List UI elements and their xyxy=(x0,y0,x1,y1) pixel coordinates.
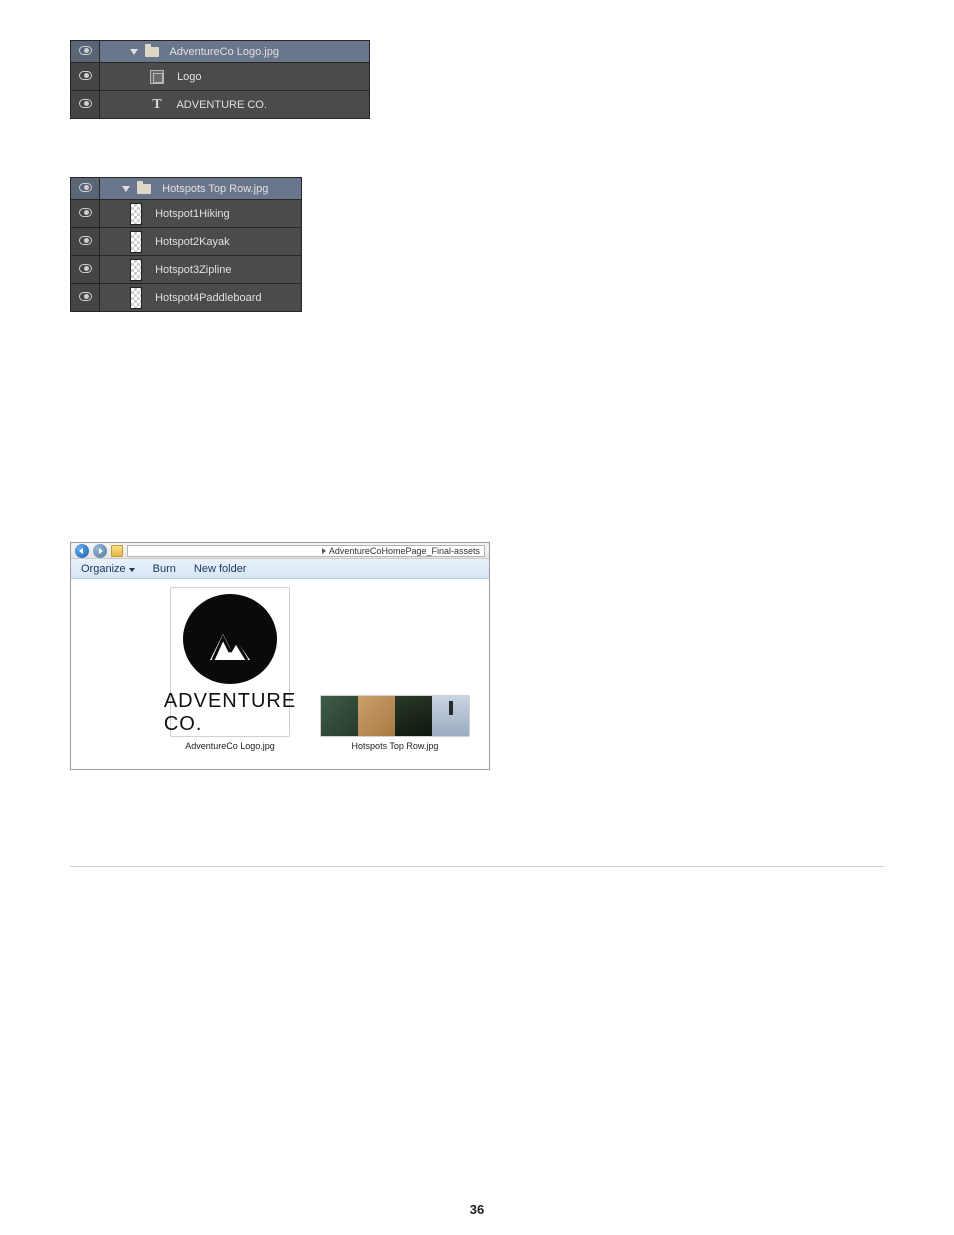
layer-name: Logo xyxy=(177,70,201,82)
visibility-icon[interactable] xyxy=(79,264,92,273)
file-caption: Hotspots Top Row.jpg xyxy=(352,741,439,751)
transparent-thumb-icon xyxy=(130,287,142,309)
layer-group-header[interactable]: AdventureCo Logo.jpg xyxy=(71,41,370,63)
layer-group-header[interactable]: Hotspots Top Row.jpg xyxy=(71,178,302,200)
organize-menu[interactable]: Organize xyxy=(81,563,135,575)
layer-group-name: Hotspots Top Row.jpg xyxy=(162,183,268,195)
file-caption: AdventureCo Logo.jpg xyxy=(185,741,275,751)
folder-icon xyxy=(145,47,159,57)
layer-name: Hotspot1Hiking xyxy=(155,207,230,219)
folder-icon xyxy=(137,184,151,194)
file-item-logo[interactable]: ADVENTURE CO. AdventureCo Logo.jpg xyxy=(170,587,290,751)
file-thumbnail xyxy=(320,695,470,737)
layer-name: Hotspot4Paddleboard xyxy=(155,291,261,303)
visibility-icon[interactable] xyxy=(79,99,92,108)
nav-forward-button[interactable] xyxy=(93,544,107,558)
breadcrumb[interactable]: AdventureCoHomePage_Final-assets xyxy=(127,545,485,557)
text-layer-icon: T xyxy=(150,97,164,113)
logo-wordmark: ADVENTURE CO. xyxy=(164,690,296,736)
layer-name: Hotspot2Kayak xyxy=(155,235,230,247)
visibility-icon[interactable] xyxy=(79,183,92,192)
horizontal-rule xyxy=(70,866,884,867)
visibility-icon[interactable] xyxy=(79,208,92,217)
explorer-toolbar: Organize Burn New folder xyxy=(71,559,489,579)
layer-name: ADVENTURE CO. xyxy=(176,98,266,110)
transparent-thumb-icon xyxy=(130,203,142,225)
visibility-icon[interactable] xyxy=(79,71,92,80)
layer-row[interactable]: Hotspot3Zipline xyxy=(71,256,302,284)
logo-mark xyxy=(183,594,277,684)
layers-panel-hotspots: Hotspots Top Row.jpg Hotspot1Hiking Hots… xyxy=(70,177,302,312)
visibility-icon[interactable] xyxy=(79,292,92,301)
layer-name: Hotspot3Zipline xyxy=(155,263,231,275)
explorer-titlebar: AdventureCoHomePage_Final-assets xyxy=(71,543,489,559)
breadcrumb-segment[interactable]: AdventureCoHomePage_Final-assets xyxy=(329,546,480,556)
smart-object-icon xyxy=(150,70,164,84)
layer-row[interactable]: T ADVENTURE CO. xyxy=(71,91,370,119)
layers-panel-logo: AdventureCo Logo.jpg Logo T ADVENTURE CO… xyxy=(70,40,370,119)
layer-row[interactable]: Hotspot2Kayak xyxy=(71,228,302,256)
transparent-thumb-icon xyxy=(130,231,142,253)
chevron-down-icon[interactable] xyxy=(122,186,130,192)
visibility-icon[interactable] xyxy=(79,236,92,245)
transparent-thumb-icon xyxy=(130,259,142,281)
chevron-down-icon[interactable] xyxy=(130,49,138,55)
page-number: 36 xyxy=(0,1202,954,1217)
layer-row[interactable]: Hotspot1Hiking xyxy=(71,200,302,228)
nav-back-button[interactable] xyxy=(75,544,89,558)
file-thumbnail: ADVENTURE CO. xyxy=(170,587,290,737)
file-item-hotspots[interactable]: Hotspots Top Row.jpg xyxy=(320,587,470,751)
new-folder-button[interactable]: New folder xyxy=(194,563,247,575)
layer-row[interactable]: Hotspot4Paddleboard xyxy=(71,284,302,312)
chevron-right-icon xyxy=(322,548,326,554)
explorer-window: AdventureCoHomePage_Final-assets Organiz… xyxy=(70,542,490,770)
explorer-content: ADVENTURE CO. AdventureCo Logo.jpg Hotsp… xyxy=(71,579,489,769)
layer-row[interactable]: Logo xyxy=(71,63,370,91)
folder-icon xyxy=(111,545,123,557)
layer-group-name: AdventureCo Logo.jpg xyxy=(170,46,279,58)
burn-button[interactable]: Burn xyxy=(153,563,176,575)
visibility-icon[interactable] xyxy=(79,46,92,55)
